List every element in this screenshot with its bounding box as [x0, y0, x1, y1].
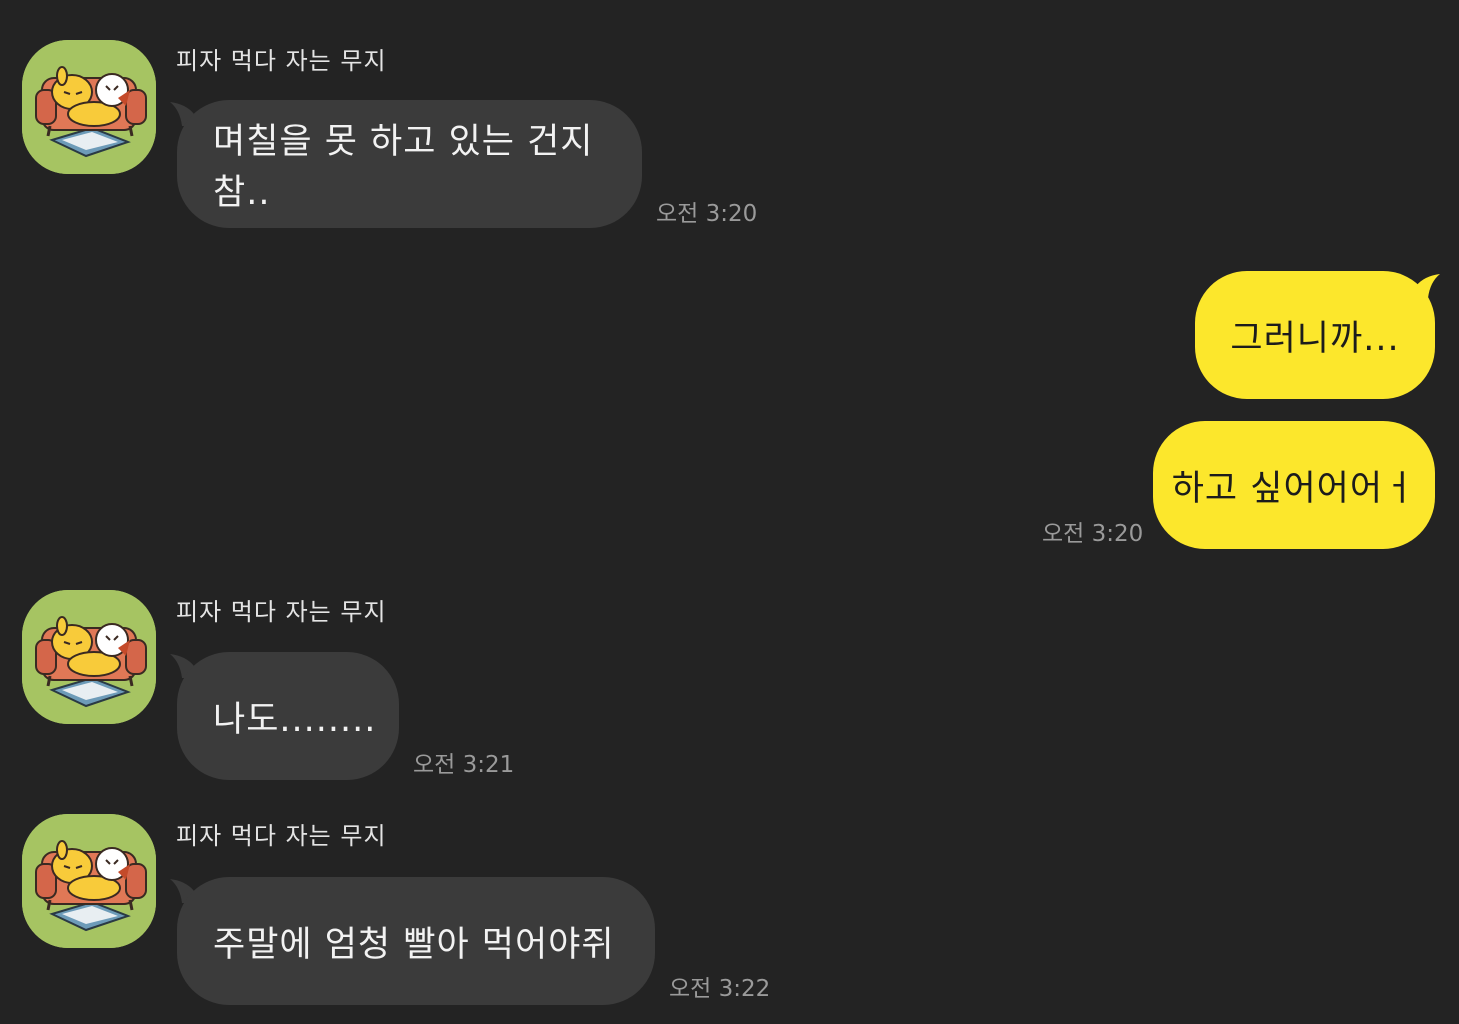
sender-name: 피자 먹다 자는 무지	[176, 598, 387, 626]
message-timestamp: 오전 3:20	[656, 201, 758, 227]
message-text: 그러니까...	[1230, 318, 1400, 359]
message-text: 나도........	[213, 699, 377, 740]
message-timestamp: 오전 3:20	[1042, 521, 1144, 547]
muzi-pizza-sleeping-avatar-icon[interactable]	[22, 590, 156, 724]
sender-name: 피자 먹다 자는 무지	[176, 822, 387, 850]
message-timestamp: 오전 3:21	[413, 752, 515, 778]
sender-name: 피자 먹다 자는 무지	[176, 47, 387, 75]
message-bubble[interactable]: 하고 싶어어어ㅓ	[1153, 421, 1435, 549]
message-bubble[interactable]: 그러니까...	[1195, 271, 1435, 399]
message-bubble[interactable]: 나도........	[177, 652, 399, 780]
muzi-pizza-sleeping-avatar-icon[interactable]	[22, 40, 156, 174]
message-bubble[interactable]: 주말에 엄청 빨아 먹어야쥐	[177, 877, 655, 1005]
message-text: 하고 싶어어어ㅓ	[1171, 468, 1417, 509]
message-text: 며칠을 못 하고 있는 건지 참..	[213, 122, 594, 213]
chat-window[interactable]: 피자 먹다 자는 무지 며칠을 못 하고 있는 건지 참.. 오전 3:20 그…	[0, 0, 1459, 1024]
muzi-pizza-sleeping-avatar-icon[interactable]	[22, 814, 156, 948]
message-bubble[interactable]: 며칠을 못 하고 있는 건지 참..	[177, 100, 642, 228]
message-text: 주말에 엄청 빨아 먹어야쥐	[213, 924, 615, 965]
message-timestamp: 오전 3:22	[669, 976, 771, 1002]
